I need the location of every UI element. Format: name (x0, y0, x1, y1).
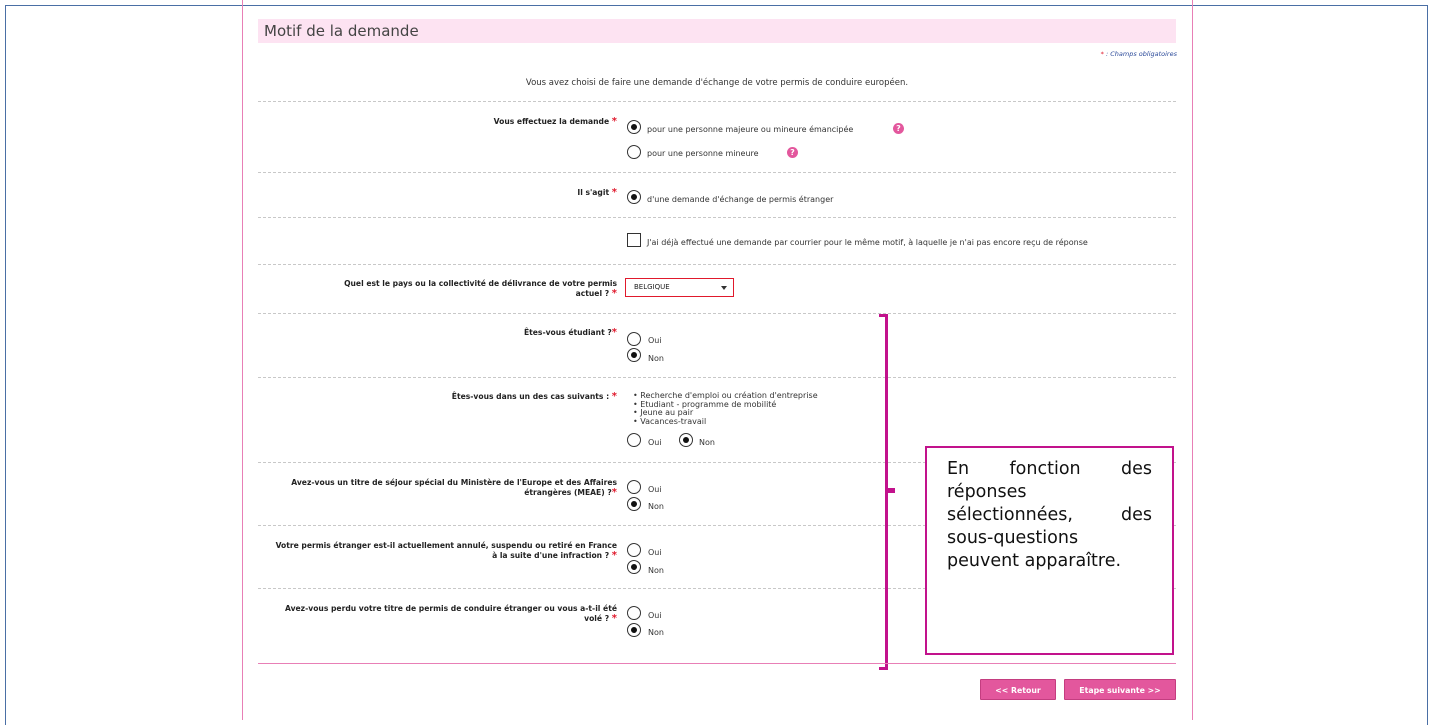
form-bottom-divider (258, 663, 1176, 664)
question-pays-text-2: actuel ? (575, 288, 610, 298)
radio-cas-oui-label: Oui (648, 438, 662, 447)
radio-demande-majeure[interactable] (627, 120, 641, 134)
question-demande-text: Vous effectuez la demande (493, 117, 610, 126)
help-icon[interactable]: ? (893, 123, 904, 134)
radio-annule-oui[interactable] (627, 543, 641, 557)
required-star: * (611, 287, 617, 299)
radio-demande-majeure-label: pour une personne majeure ou mineure éma… (647, 125, 854, 134)
required-star: * (611, 612, 617, 624)
pays-select-value: BELGIQUE (634, 283, 670, 291)
radio-annule-non-label: Non (648, 566, 664, 575)
required-star: * (611, 116, 617, 127)
question-annule-text-2: à la suite d'une infraction ? (492, 550, 610, 560)
question-perdu-label: Avez-vous perdu votre titre de permis de… (258, 604, 617, 623)
question-cas-label: Êtes-vous dans un des cas suivants : * (258, 392, 617, 402)
separator (258, 377, 1176, 378)
radio-cas-non[interactable] (679, 433, 693, 447)
annotation-bracket-tick (888, 488, 895, 493)
chevron-down-icon (721, 286, 727, 290)
question-pays-label: Quel est le pays ou la collectivité de d… (258, 279, 617, 298)
question-annule-label: Votre permis étranger est-il actuellemen… (258, 541, 617, 560)
question-agit-label: Il s'agit * (258, 188, 617, 198)
required-legend: * : Champs obligatoires (900, 50, 1177, 58)
radio-perdu-non[interactable] (627, 623, 641, 637)
radio-agit-echange-label: d'une demande d'échange de permis étrang… (647, 195, 834, 204)
pays-select[interactable]: BELGIQUE (625, 278, 734, 297)
question-perdu-text-1: Avez-vous perdu votre titre de permis de… (284, 604, 617, 613)
radio-meae-non-label: Non (648, 502, 664, 511)
next-step-button[interactable]: Etape suivante >> (1064, 679, 1176, 700)
intro-text: Vous avez choisi de faire une demande d'… (525, 78, 909, 88)
separator (258, 101, 1176, 102)
list-item: Vacances-travail (633, 417, 818, 427)
radio-annule-non[interactable] (627, 560, 641, 574)
radio-annule-oui-label: Oui (648, 548, 662, 557)
required-legend-text: : Champs obligatoires (1103, 50, 1177, 58)
radio-perdu-oui[interactable] (627, 606, 641, 620)
question-etudiant-text: Êtes-vous étudiant ? (523, 328, 612, 337)
radio-perdu-oui-label: Oui (648, 611, 662, 620)
radio-meae-oui-label: Oui (648, 485, 662, 494)
required-star: * (611, 187, 617, 198)
checkbox-courrier-label: J'ai déjà effectué une demande par courr… (647, 238, 1088, 247)
separator (258, 313, 1176, 314)
separator (258, 264, 1176, 265)
required-star: * (611, 549, 617, 561)
radio-cas-non-label: Non (699, 438, 715, 447)
question-annule-text-1: Votre permis étranger est-il actuellemen… (275, 541, 617, 550)
radio-etudiant-oui[interactable] (627, 332, 641, 346)
question-perdu-text-2: volé ? (584, 613, 610, 623)
radio-demande-mineure-label: pour une personne mineure (647, 149, 759, 158)
annotation-bracket (879, 314, 888, 670)
radio-cas-oui[interactable] (627, 433, 641, 447)
question-meae-text-2: étrangères (MEAE) ? (524, 487, 612, 497)
question-demande-label: Vous effectuez la demande * (258, 117, 617, 127)
help-icon[interactable]: ? (787, 147, 798, 158)
radio-perdu-non-label: Non (648, 628, 664, 637)
separator (258, 217, 1176, 218)
radio-etudiant-non[interactable] (627, 348, 641, 362)
annotation-callout: En fonction des réponses sélectionnées, … (925, 446, 1174, 655)
cas-list: Recherche d'emploi ou création d'entrepr… (633, 391, 818, 427)
required-star: * (611, 327, 617, 338)
question-agit-text: Il s'agit (577, 188, 610, 197)
question-meae-text-1: Avez-vous un titre de séjour spécial du … (291, 478, 617, 487)
required-star: * (611, 391, 617, 402)
radio-agit-echange[interactable] (627, 190, 641, 204)
question-etudiant-label: Êtes-vous étudiant ?* (258, 328, 617, 338)
question-meae-label: Avez-vous un titre de séjour spécial du … (258, 478, 617, 497)
required-star: * (611, 486, 617, 498)
question-pays-text-1: Quel est le pays ou la collectivité de d… (344, 279, 617, 288)
section-title: Motif de la demande (258, 19, 1176, 43)
separator (258, 172, 1176, 173)
radio-etudiant-non-label: Non (648, 354, 664, 363)
question-cas-text: Êtes-vous dans un des cas suivants : (451, 392, 610, 401)
back-button[interactable]: << Retour (980, 679, 1056, 700)
radio-meae-non[interactable] (627, 497, 641, 511)
radio-demande-mineure[interactable] (627, 145, 641, 159)
radio-meae-oui[interactable] (627, 480, 641, 494)
checkbox-courrier[interactable] (627, 233, 641, 247)
radio-etudiant-oui-label: Oui (648, 336, 662, 345)
